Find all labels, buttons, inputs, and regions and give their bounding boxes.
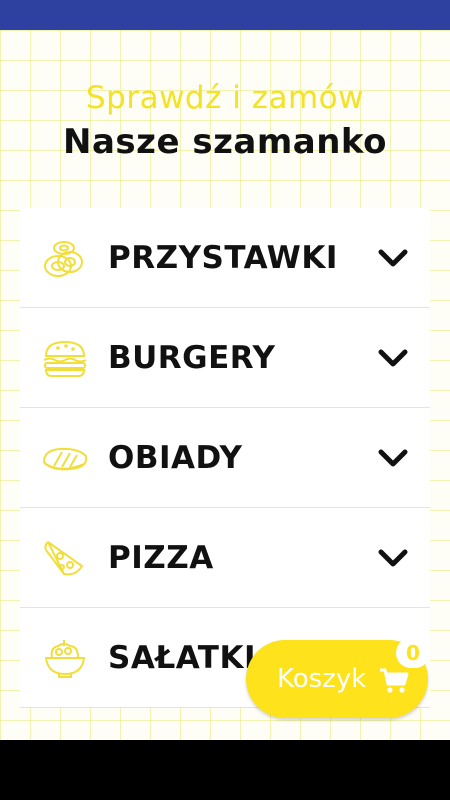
burger-icon (43, 340, 87, 377)
category-label: SAŁATKI (108, 639, 257, 676)
cart-count-badge: 0 (396, 638, 430, 668)
category-item-pizza[interactable]: PIZZA (20, 508, 430, 608)
chevron-down-icon[interactable] (376, 444, 410, 472)
navigation-bar (0, 740, 450, 800)
category-item-przystawki[interactable]: PRZYSTAWKI (20, 208, 430, 308)
pizza-slice-icon (44, 541, 84, 576)
category-label: OBIADY (108, 439, 243, 476)
page-subtitle: Sprawdź i zamów (85, 80, 364, 116)
chevron-down-icon[interactable] (376, 344, 410, 372)
cart-label: Koszyk (277, 664, 367, 694)
salad-bowl-icon (44, 640, 86, 678)
steak-icon (42, 447, 88, 471)
chevron-down-icon[interactable] (376, 244, 410, 272)
category-item-obiady[interactable]: OBIADY (20, 408, 430, 508)
category-label: BURGERY (108, 339, 276, 376)
onion-rings-icon (44, 241, 83, 277)
category-label: PRZYSTAWKI (108, 239, 338, 276)
category-item-burgery[interactable]: BURGERY (20, 308, 430, 408)
category-label: PIZZA (108, 539, 214, 576)
page-header: Sprawdź i zamów Nasze szamanko (0, 78, 450, 164)
category-list: PRZYSTAWKI BURGERY OBIADY PIZZA SAŁATKI (20, 208, 430, 708)
chevron-down-icon[interactable] (376, 544, 410, 572)
status-bar (0, 0, 450, 30)
shopping-cart-icon (380, 668, 409, 693)
page-title: Nasze szamanko (63, 122, 387, 162)
